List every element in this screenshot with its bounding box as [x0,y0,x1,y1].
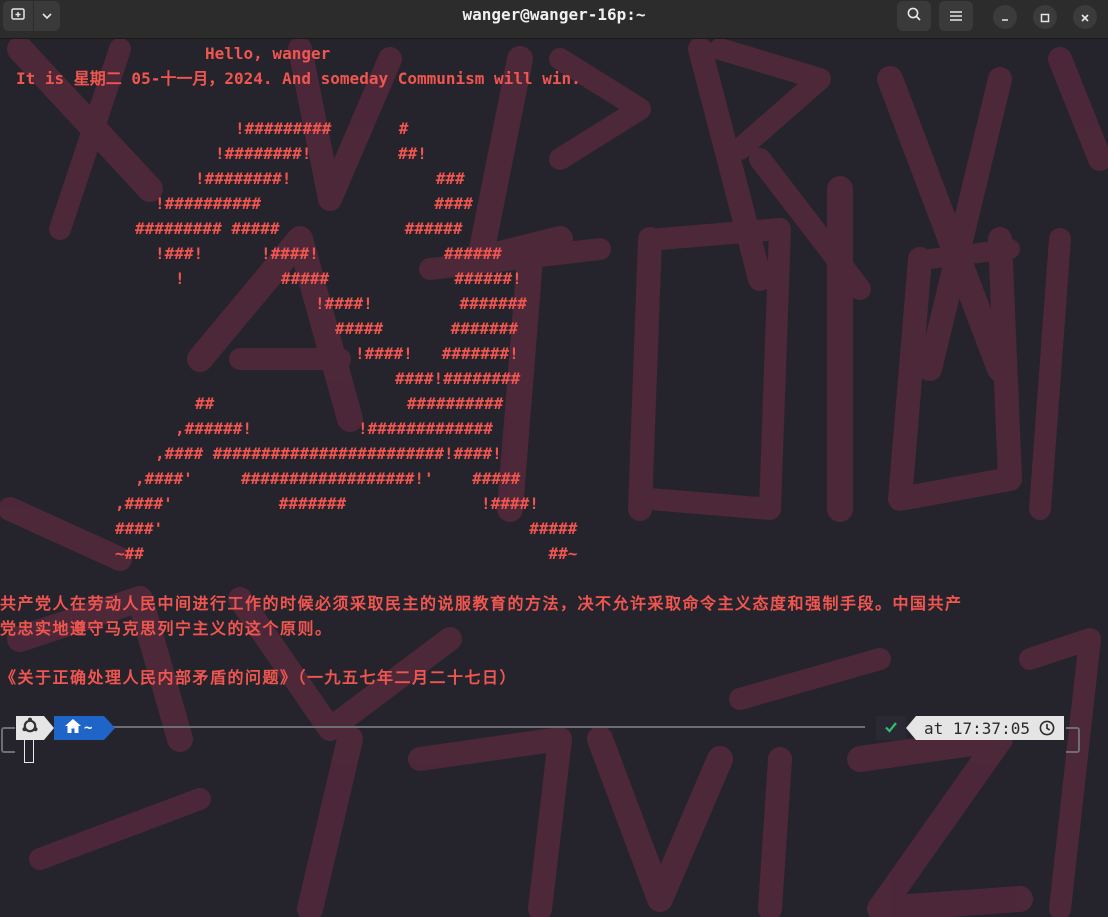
ascii-art-line: ####' ##### [115,519,578,538]
greeting-date-line: It is 星期二 05-十一月，2024. And someday Commu… [16,69,581,88]
prompt-frame-right [1066,727,1080,753]
ascii-art-line: !###! !####! ###### [155,244,502,263]
ascii-art-line: ######### ##### ###### [135,219,463,238]
chevron-down-icon [41,7,53,26]
ascii-art-line: ,######! !############# [175,419,493,438]
main-menu-button[interactable] [939,1,973,31]
prompt-separator [44,716,54,740]
ubuntu-logo-icon [21,717,39,739]
prompt-dir-text: ~ [84,720,93,736]
minimize-icon [1000,8,1010,27]
terminal-cursor [24,739,34,763]
tab-menu-button[interactable] [34,1,60,31]
ascii-art-line: !####! #######! [355,344,519,363]
prompt-rule [110,726,865,728]
ascii-art-line: ##### ####### [335,319,519,338]
new-tab-icon [10,6,26,26]
prompt-separator [104,716,115,740]
close-icon [1080,8,1090,27]
terminal-window: wanger@wanger-16p:~ Hello, wanger It is … [0,0,1108,917]
prompt-status-segment [876,716,906,740]
search-icon [906,6,922,26]
ascii-art-line: !########! ##! [215,144,427,163]
prompt-separator [906,716,916,740]
ascii-art-line: ,####' ####### !####! [115,494,539,513]
search-button[interactable] [897,1,931,31]
ascii-art-line: ####!######## [395,369,521,388]
ascii-art-line: ! ##### ######! [175,269,522,288]
title-bar: wanger@wanger-16p:~ [0,0,1108,39]
ascii-art-line: !####! ####### [315,294,527,313]
terminal-area[interactable]: Hello, wanger It is 星期二 05-十一月，2024. And… [0,39,1108,917]
close-button[interactable] [1073,5,1097,29]
home-icon [64,718,82,738]
prompt-time-segment: at 17:37:05 [916,716,1064,740]
prompt-time-text: at 17:37:05 [924,718,1030,738]
ascii-art-line: ~## ##~ [115,544,578,563]
ascii-art-line: ## ########## [195,394,504,413]
ascii-art-line: !######### # [235,119,409,138]
quote-line: 党忠实地遵守马克思列宁主义的这个原则。 [0,619,333,638]
ascii-art-line: ,#### ########################!####! [155,444,502,463]
ascii-art-line: ,####' ##################!' ##### [135,469,521,488]
minimize-button[interactable] [993,5,1017,29]
hamburger-menu-icon [949,7,963,26]
maximize-button[interactable] [1033,5,1057,29]
new-tab-button[interactable] [3,1,33,31]
clock-icon [1039,720,1055,736]
quote-source: 《关于正确处理人民内部矛盾的问题》（一九五七年二月二十七日） [0,668,518,687]
prompt-dir-segment: ~ [54,716,104,740]
maximize-icon [1040,8,1050,27]
prompt-os-segment [16,716,44,740]
prompt-frame-left [1,727,15,753]
ascii-art-line: !########## #### [155,194,473,213]
greeting-hello: Hello, wanger [205,44,331,63]
checkmark-icon [884,719,898,738]
ascii-art-line: !########! ### [195,169,465,188]
quote-line: 共产党人在劳动人民中间进行工作的时候必须采取民主的说服教育的方法，决不允许采取命… [0,594,963,613]
